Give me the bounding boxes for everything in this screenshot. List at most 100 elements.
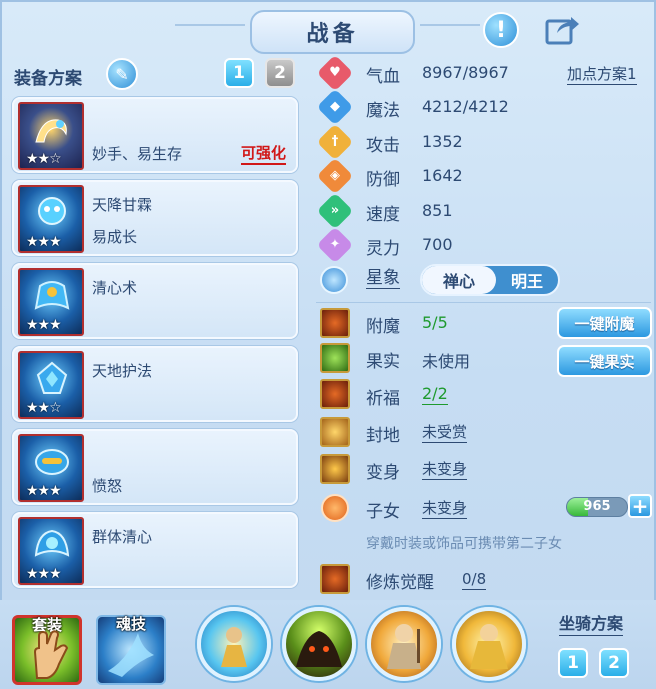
feature-label-fruit: 果实 bbox=[366, 352, 400, 372]
feature-value-fruit: 未使用 bbox=[422, 352, 471, 371]
feature-value-enchant: 5/5 bbox=[422, 313, 448, 332]
point-plan-link[interactable]: 加点方案1 bbox=[567, 64, 637, 85]
star-sign-option-zen[interactable]: 禅心 bbox=[422, 266, 496, 294]
share-button[interactable] bbox=[545, 12, 581, 48]
equip-name: 群体清心 bbox=[92, 528, 153, 546]
stat-value-spirit: 700 bbox=[422, 235, 453, 254]
star-rating: ★★☆ bbox=[26, 400, 62, 416]
enhance-link[interactable]: 可强化 bbox=[240, 143, 286, 165]
feature-label-blessing: 祈福 bbox=[366, 389, 400, 409]
title-deco-right bbox=[420, 24, 480, 26]
second-child-hint: 穿戴时装或饰品可携带第二子女 bbox=[366, 536, 562, 552]
feature-value-blessing[interactable]: 2/2 bbox=[422, 384, 448, 405]
equip-plan-page-2[interactable]: 2 bbox=[265, 58, 295, 88]
equip-slot-4[interactable]: ★★☆ 天地护法 bbox=[12, 346, 298, 422]
pet-slot-1[interactable] bbox=[197, 607, 271, 681]
stat-value-mp: 4212/4212 bbox=[422, 97, 509, 116]
equip-plan-page-1[interactable]: 1 bbox=[224, 58, 254, 88]
stat-value-attack: 1352 bbox=[422, 132, 463, 151]
star-rating: ★★★ bbox=[26, 483, 62, 499]
shield-icon: ◈ bbox=[316, 157, 354, 195]
pet-warrior-icon bbox=[387, 624, 421, 669]
equip-slot-3[interactable]: ★★★ 清心术 bbox=[12, 263, 298, 339]
child-icon bbox=[321, 494, 349, 522]
equip-name: 天地护法 bbox=[92, 362, 153, 380]
heart-icon: ♥ bbox=[316, 54, 354, 92]
add-child-exp-button[interactable]: + bbox=[628, 494, 652, 518]
one-click-fruit-button[interactable]: 一键果实 bbox=[557, 345, 652, 377]
stat-label-attack: 攻击 bbox=[366, 136, 400, 156]
equip-name: 天降甘霖 bbox=[92, 196, 153, 214]
pencil-icon: ✎ bbox=[115, 64, 129, 84]
one-click-enchant-button[interactable]: 一键附魔 bbox=[557, 307, 652, 339]
equip-slot-6[interactable]: ★★★ 群体清心 bbox=[12, 512, 298, 588]
feature-value-cultivation[interactable]: 0/8 bbox=[462, 569, 487, 590]
hand-icon bbox=[33, 630, 69, 679]
soul-skill-icon bbox=[108, 633, 154, 677]
fief-icon bbox=[320, 417, 350, 447]
divider bbox=[316, 302, 651, 303]
feature-label-transform: 变身 bbox=[366, 463, 400, 483]
alert-button[interactable]: ! bbox=[483, 12, 519, 48]
equip-slot-1[interactable]: ★★☆ 妙手、易生存 可强化 bbox=[12, 97, 298, 173]
feature-value-fief[interactable]: 未受赏 bbox=[422, 422, 468, 443]
equip-item-icon: ★★☆ bbox=[18, 351, 84, 419]
stat-label-spirit: 灵力 bbox=[366, 239, 400, 259]
stat-value-hp: 8967/8967 bbox=[422, 63, 509, 82]
edit-plan-button[interactable]: ✎ bbox=[106, 58, 138, 90]
stat-label-defense: 防御 bbox=[366, 170, 400, 190]
exclamation-icon: ! bbox=[495, 17, 507, 43]
equip-plan-label: 装备方案 bbox=[14, 69, 82, 89]
equip-item-icon: ★★★ bbox=[18, 185, 84, 253]
stat-value-speed: 851 bbox=[422, 201, 453, 220]
soul-skill-button[interactable]: 魂技 bbox=[96, 615, 166, 685]
spirit-icon: ✦ bbox=[316, 226, 354, 264]
pet-beast-icon bbox=[296, 631, 342, 667]
feature-value-transform[interactable]: 未变身 bbox=[422, 459, 468, 480]
star-sign-toggle[interactable]: 禅心 明王 bbox=[420, 264, 560, 296]
speed-icon: » bbox=[316, 192, 354, 230]
equip-item-icon: ★★★ bbox=[18, 434, 84, 502]
fruit-icon bbox=[320, 343, 350, 373]
plus-icon: + bbox=[631, 494, 649, 518]
feature-value-child[interactable]: 未变身 bbox=[422, 498, 468, 519]
transform-icon bbox=[320, 454, 350, 484]
sword-icon: † bbox=[316, 123, 354, 161]
enchant-icon bbox=[320, 308, 350, 338]
star-rating: ★★☆ bbox=[26, 151, 62, 167]
suit-button[interactable]: 套装 bbox=[12, 615, 82, 685]
feature-label-fief: 封地 bbox=[366, 426, 400, 446]
equip-desc: 妙手、易生存 bbox=[92, 145, 183, 163]
child-exp-value: 965 bbox=[583, 499, 611, 514]
feature-label-cultivation: 修炼觉醒 bbox=[366, 573, 434, 593]
equip-item-icon: ★★★ bbox=[18, 268, 84, 336]
equip-slot-2[interactable]: ★★★ 天降甘霖 易成长 bbox=[12, 180, 298, 256]
stat-value-defense: 1642 bbox=[422, 166, 463, 185]
equip-desc: 愤怒 bbox=[92, 477, 123, 495]
equip-desc: 易成长 bbox=[92, 228, 138, 246]
star-rating: ★★★ bbox=[26, 317, 62, 333]
star-sign-option-mingwang[interactable]: 明王 bbox=[496, 266, 558, 294]
feature-label-enchant: 附魔 bbox=[366, 317, 400, 337]
child-exp-bar: 965 bbox=[566, 497, 628, 517]
pet-slot-4[interactable] bbox=[452, 607, 526, 681]
mount-plan-page-1[interactable]: 1 bbox=[558, 648, 588, 678]
mount-plan-page-2[interactable]: 2 bbox=[599, 648, 629, 678]
mana-icon: ◆ bbox=[316, 88, 354, 126]
star-rating: ★★★ bbox=[26, 566, 62, 582]
pet-golden-icon bbox=[470, 624, 508, 669]
equip-slot-5[interactable]: ★★★ 愤怒 bbox=[12, 429, 298, 505]
blessing-icon bbox=[320, 379, 350, 409]
pet-slot-3[interactable] bbox=[367, 607, 441, 681]
page-title: 战备 bbox=[250, 10, 415, 54]
pet-slot-2[interactable] bbox=[282, 607, 356, 681]
stat-label-mp: 魔法 bbox=[366, 101, 400, 121]
equip-name: 清心术 bbox=[92, 279, 138, 297]
mount-plan-label[interactable]: 坐骑方案 bbox=[559, 613, 624, 636]
star-rating: ★★★ bbox=[26, 234, 62, 250]
cultivation-icon bbox=[320, 564, 350, 594]
equip-item-icon: ★★☆ bbox=[18, 102, 84, 170]
star-sign-label[interactable]: 星象 bbox=[366, 268, 400, 289]
share-icon bbox=[545, 17, 579, 45]
stat-label-hp: 气血 bbox=[366, 67, 400, 87]
